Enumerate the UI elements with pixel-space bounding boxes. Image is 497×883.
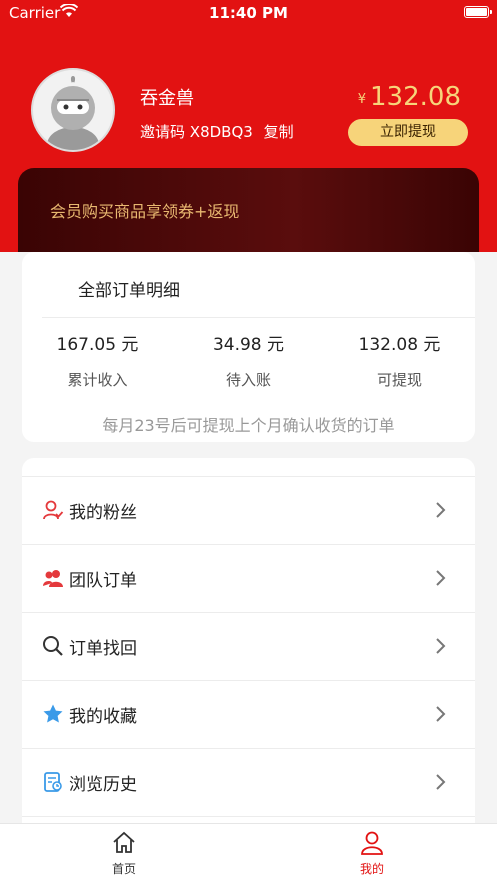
tab-label: 首页 <box>111 862 136 876</box>
menu-list: 我的粉丝 团队订单 订单找回 我的收藏 浏览历史 <box>22 458 475 858</box>
stat-value: 132.08 元 <box>358 335 441 355</box>
stat-pending: 34.98 元 待入账 <box>173 330 324 390</box>
menu-item-favorites[interactable]: 我的收藏 <box>22 680 475 748</box>
currency-symbol: ¥ <box>357 92 367 107</box>
profile-header: Carrier 11:40 PM 吞金兽 邀请码 X8DBQ3 复制 ¥132.… <box>0 0 497 252</box>
tab-label: 我的 <box>359 862 384 876</box>
fans-icon <box>42 499 64 521</box>
balance-amount: ¥132.08 <box>358 82 461 112</box>
home-icon <box>111 830 137 856</box>
menu-item-fans[interactable]: 我的粉丝 <box>22 476 475 544</box>
search-icon <box>42 635 64 657</box>
vip-banner-text: 会员购买商品享领券+返现 <box>50 202 240 221</box>
menu-item-order-recovery[interactable]: 订单找回 <box>22 612 475 680</box>
battery-icon <box>464 6 492 18</box>
status-bar: Carrier 11:40 PM <box>0 0 497 26</box>
stat-withdrawable: 132.08 元 可提现 <box>324 330 475 390</box>
user-icon <box>359 830 385 856</box>
menu-item-label: 我的收藏 <box>69 707 137 727</box>
username: 吞金兽 <box>140 88 194 109</box>
menu-item-history[interactable]: 浏览历史 <box>22 748 475 816</box>
star-icon <box>42 703 64 725</box>
chevron-right-icon <box>429 703 451 725</box>
withdraw-note: 每月23号后可提现上个月确认收货的订单 <box>102 416 395 435</box>
stat-total-income: 167.05 元 累计收入 <box>22 330 173 390</box>
invite-label: 邀请码 <box>140 123 186 141</box>
stat-label: 可提现 <box>376 371 422 389</box>
order-summary-title[interactable]: 全部订单明细 <box>78 276 180 301</box>
menu-item-team-orders[interactable]: 团队订单 <box>22 544 475 612</box>
stat-label: 待入账 <box>225 371 271 389</box>
tab-mine[interactable]: 我的 <box>332 830 412 877</box>
tab-bar: 首页 我的 <box>0 823 497 883</box>
tab-home[interactable]: 首页 <box>84 830 164 877</box>
divider <box>42 317 475 318</box>
clock: 11:40 PM <box>209 4 288 22</box>
stat-value: 167.05 元 <box>56 335 139 355</box>
stat-label: 累计收入 <box>67 371 128 389</box>
withdraw-button[interactable]: 立即提现 <box>348 119 468 146</box>
chevron-right-icon <box>429 499 451 521</box>
stat-value: 34.98 元 <box>212 335 285 355</box>
chevron-right-icon <box>429 567 451 589</box>
avatar[interactable] <box>31 68 115 152</box>
menu-item-label: 浏览历史 <box>69 775 137 795</box>
order-summary-card: 全部订单明细 167.05 元 累计收入 34.98 元 待入账 132.08 … <box>22 252 475 442</box>
chevron-right-icon <box>429 771 451 793</box>
chevron-right-icon <box>429 635 451 657</box>
copy-button[interactable]: 复制 <box>264 123 294 141</box>
menu-item-label: 团队订单 <box>69 571 137 591</box>
team-icon <box>42 567 64 589</box>
menu-item-label: 我的粉丝 <box>69 503 137 523</box>
invite-code-row: 邀请码 X8DBQ3 复制 <box>140 121 294 142</box>
vip-banner[interactable]: 会员购买商品享领券+返现 <box>18 168 479 252</box>
balance-value: 132.08 <box>370 82 461 112</box>
invite-code: X8DBQ3 <box>189 123 253 141</box>
history-icon <box>42 771 64 793</box>
menu-item-label: 订单找回 <box>69 639 137 659</box>
